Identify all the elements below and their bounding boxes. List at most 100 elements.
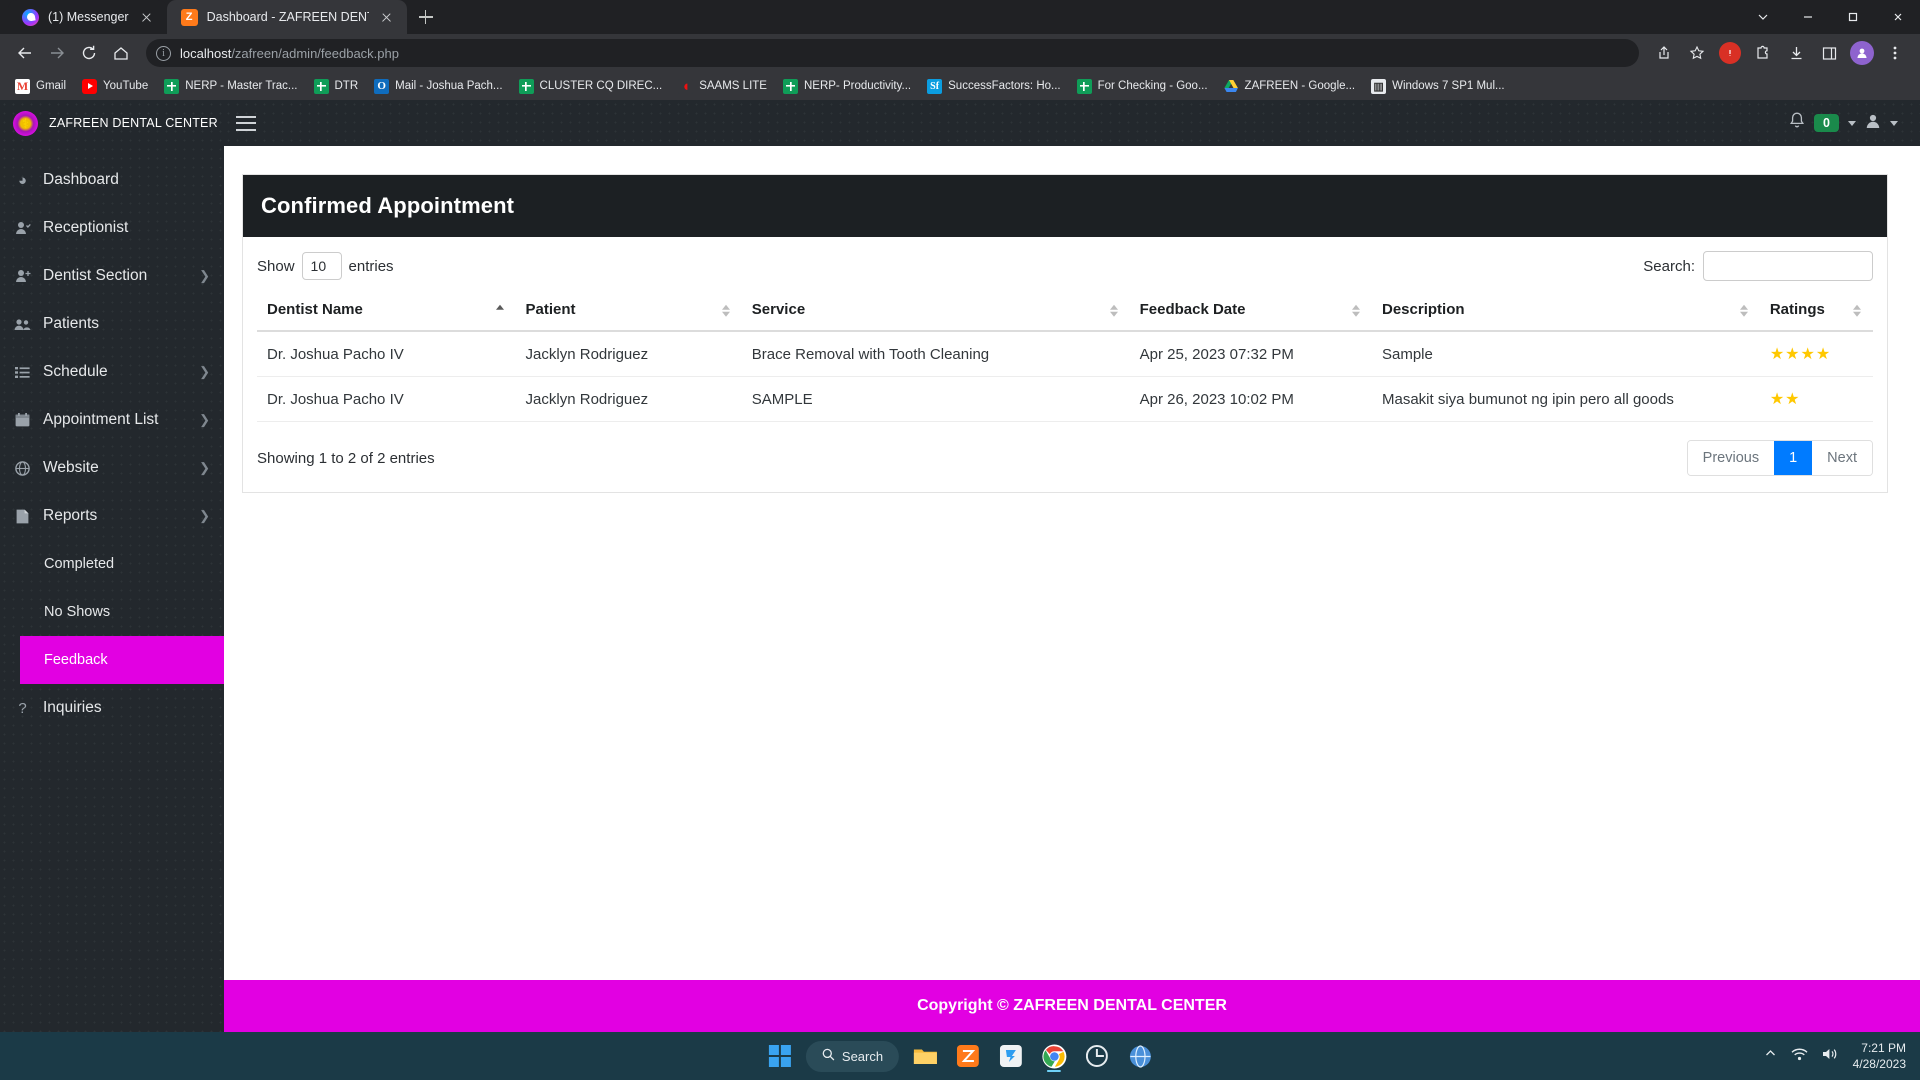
column-feedback-date[interactable]: Feedback Date xyxy=(1129,293,1372,332)
card-body: Show 10 entries Search: Dentist Name Pat… xyxy=(243,237,1887,492)
back-icon[interactable] xyxy=(10,38,40,68)
chrome-menu-icon[interactable] xyxy=(1880,38,1910,68)
close-icon[interactable] xyxy=(378,9,395,26)
bookmark-for-checking[interactable]: For Checking - Goo... xyxy=(1070,76,1215,97)
cell-dentist-name: Dr. Joshua Pacho IV xyxy=(257,331,516,377)
maximize-button[interactable] xyxy=(1830,0,1875,34)
cell-ratings: ★★★★ xyxy=(1759,331,1873,377)
close-window-button[interactable] xyxy=(1875,0,1920,34)
search-input[interactable] xyxy=(1703,251,1873,281)
sidebar-item-schedule[interactable]: Schedule ❯ xyxy=(0,348,224,396)
sidebar-item-label: Dentist Section xyxy=(43,267,148,284)
chevron-down-icon[interactable] xyxy=(1890,120,1898,126)
bookmark-cluster-cq-direc[interactable]: CLUSTER CQ DIREC... xyxy=(512,76,670,97)
bookmark-successfactors[interactable]: Sf SuccessFactors: Ho... xyxy=(920,76,1067,97)
bookmark-dtr[interactable]: DTR xyxy=(307,76,366,97)
bookmark-label: SuccessFactors: Ho... xyxy=(948,80,1061,92)
pagination-previous[interactable]: Previous xyxy=(1687,441,1775,475)
sort-arrows-icon xyxy=(721,304,730,317)
bookmark-windows7[interactable]: ▥ Windows 7 SP1 Mul... xyxy=(1364,76,1511,97)
table-row[interactable]: Dr. Joshua Pacho IV Jacklyn Rodriguez SA… xyxy=(257,376,1873,422)
sidebar-item-feedback[interactable]: Feedback xyxy=(20,636,224,684)
wifi-icon[interactable] xyxy=(1791,1047,1808,1066)
users-icon xyxy=(14,318,31,331)
taskbar-clock[interactable]: 7:21 PM 4/28/2023 xyxy=(1853,1040,1906,1072)
sidebar-item-dashboard[interactable]: ◕ Dashboard xyxy=(0,156,224,204)
sidebar-item-website[interactable]: Website ❯ xyxy=(0,444,224,492)
column-service[interactable]: Service xyxy=(741,293,1130,332)
browser-tab-messenger[interactable]: (1) Messenger xyxy=(8,0,167,34)
taskbar-search[interactable]: Search xyxy=(805,1040,900,1072)
chevron-down-icon[interactable] xyxy=(1848,120,1856,126)
feedback-table: Dentist Name Patient Service Feedback Da… xyxy=(257,293,1873,422)
taskbar-browser[interactable] xyxy=(1123,1039,1157,1073)
home-icon[interactable] xyxy=(106,38,136,68)
share-icon[interactable] xyxy=(1649,38,1679,68)
taskbar-zafreen-app[interactable] xyxy=(951,1039,985,1073)
brand-label: ZAFREEN DENTAL CENTER xyxy=(49,116,218,130)
sidebar-item-appointment-list[interactable]: Appointment List ❯ xyxy=(0,396,224,444)
question-icon: ? xyxy=(18,699,27,717)
sort-arrows-icon xyxy=(1739,304,1748,317)
bookmark-label: Windows 7 SP1 Mul... xyxy=(1392,80,1505,92)
sidebar-item-reports[interactable]: Reports ❯ xyxy=(0,492,224,540)
page-length-select[interactable]: 10 xyxy=(301,252,342,280)
forward-icon[interactable] xyxy=(42,38,72,68)
sidebar-item-dentist-section[interactable]: Dentist Section ❯ xyxy=(0,252,224,300)
pagination-page-1[interactable]: 1 xyxy=(1774,441,1813,475)
brand[interactable]: ⚕ ZAFREEN DENTAL CENTER xyxy=(0,100,224,146)
taskbar-editor[interactable] xyxy=(994,1039,1028,1073)
tab-strip: (1) Messenger Z Dashboard - ZAFREEN DENT… xyxy=(0,0,1920,34)
bookmark-star-icon[interactable] xyxy=(1682,38,1712,68)
chevron-down-icon[interactable] xyxy=(1740,0,1785,34)
column-ratings[interactable]: Ratings xyxy=(1759,293,1873,332)
url-text: localhost/zafreen/admin/feedback.php xyxy=(180,45,399,61)
list-icon xyxy=(14,366,31,379)
hamburger-menu-icon[interactable] xyxy=(236,115,256,131)
sidebar-item-completed[interactable]: Completed xyxy=(0,540,224,588)
table-row[interactable]: Dr. Joshua Pacho IV Jacklyn Rodriguez Br… xyxy=(257,331,1873,377)
notification-count-badge[interactable]: 0 xyxy=(1814,114,1839,132)
taskbar-file-explorer[interactable] xyxy=(908,1039,942,1073)
close-icon[interactable] xyxy=(138,9,155,26)
column-dentist-name[interactable]: Dentist Name xyxy=(257,293,516,332)
pagination-next[interactable]: Next xyxy=(1812,441,1872,475)
start-button[interactable] xyxy=(763,1039,797,1073)
extension-alert-icon[interactable] xyxy=(1715,38,1745,68)
download-icon[interactable] xyxy=(1781,38,1811,68)
minimize-button[interactable] xyxy=(1785,0,1830,34)
bookmark-nerp-master-trac[interactable]: NERP - Master Trac... xyxy=(157,76,304,97)
sidebar-item-receptionist[interactable]: Receptionist xyxy=(0,204,224,252)
cell-patient: Jacklyn Rodriguez xyxy=(515,331,742,377)
taskbar-recorder[interactable] xyxy=(1080,1039,1114,1073)
bookmark-youtube[interactable]: YouTube xyxy=(75,76,155,97)
sidepanel-icon[interactable] xyxy=(1814,38,1844,68)
address-bar[interactable]: i localhost/zafreen/admin/feedback.php xyxy=(146,39,1639,67)
bookmark-zafreen-google[interactable]: ZAFREEN - Google... xyxy=(1217,76,1363,97)
windows-taskbar: Search 7:21 PM 4/28/2023 xyxy=(0,1032,1920,1080)
bookmark-gmail[interactable]: M Gmail xyxy=(8,76,73,97)
sidebar-item-label: Schedule xyxy=(43,363,108,380)
bookmark-label: NERP- Productivity... xyxy=(803,80,912,92)
browser-tab-dashboard[interactable]: Z Dashboard - ZAFREEN DENTAL C xyxy=(166,0,407,34)
show-hidden-icons-icon[interactable] xyxy=(1764,1047,1777,1065)
bell-icon[interactable] xyxy=(1789,112,1805,134)
extensions-icon[interactable] xyxy=(1748,38,1778,68)
taskbar-chrome[interactable] xyxy=(1037,1039,1071,1073)
avatar[interactable] xyxy=(1847,38,1877,68)
topbar-actions: 0 xyxy=(1789,112,1898,134)
sidebar-item-no-shows[interactable]: No Shows xyxy=(0,588,224,636)
sidebar-item-patients[interactable]: Patients xyxy=(0,300,224,348)
new-tab-button[interactable] xyxy=(411,2,441,32)
volume-icon[interactable] xyxy=(1822,1047,1839,1066)
bookmark-mail-joshua[interactable]: O Mail - Joshua Pach... xyxy=(367,76,509,97)
reload-icon[interactable] xyxy=(74,38,104,68)
bookmark-saams-lite[interactable]: ◖ SAAMS LITE xyxy=(671,76,774,97)
sidebar-item-label: Completed xyxy=(44,556,115,572)
bookmark-nerp-productivity[interactable]: NERP- Productivity... xyxy=(776,76,918,97)
site-info-icon[interactable]: i xyxy=(156,45,171,61)
column-patient[interactable]: Patient xyxy=(515,293,742,332)
sidebar-item-inquiries[interactable]: ? Inquiries xyxy=(0,684,224,732)
user-account-icon[interactable] xyxy=(1865,113,1881,134)
column-description[interactable]: Description xyxy=(1372,293,1760,332)
